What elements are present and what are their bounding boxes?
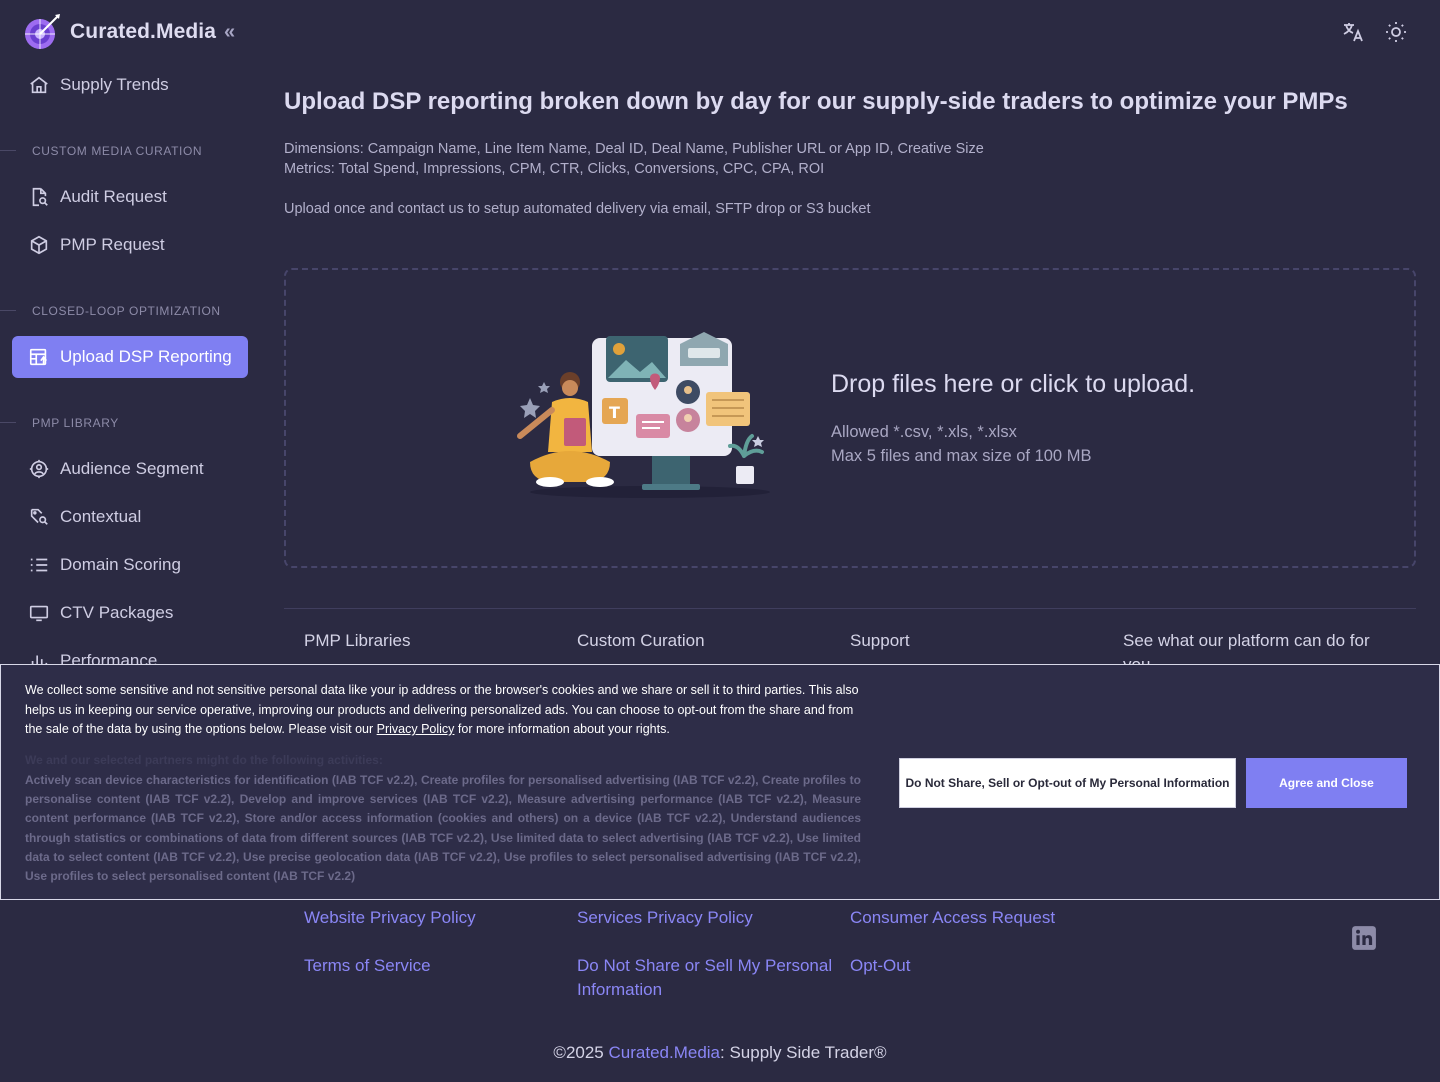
opt-out-link[interactable]: Opt-Out — [850, 954, 910, 978]
sidebar-item-label: Contextual — [60, 507, 142, 526]
sidebar-item-label: Supply Trends — [60, 75, 169, 94]
section-divider — [0, 310, 16, 311]
sidebar-item-contextual[interactable]: Contextual — [12, 496, 248, 538]
cookie-consent-banner: We collect some sensitive and not sensit… — [0, 664, 1440, 900]
consent-purposes-list: Actively scan device characteristics for… — [25, 773, 861, 884]
dropzone-limits: Max 5 files and max size of 100 MB — [831, 447, 1092, 465]
consent-notice: We collect some sensitive and not sensit… — [25, 681, 865, 740]
website-privacy-link[interactable]: Website Privacy Policy — [304, 906, 476, 930]
dropzone-allowed-types: Allowed *.csv, *.xls, *.xlsx — [831, 423, 1017, 441]
metrics-text: Metrics: Total Spend, Impressions, CPM, … — [284, 161, 825, 177]
monitor-icon — [29, 605, 49, 622]
sidebar: Curated.Media « Supply Trends CUSTOM MED… — [0, 0, 260, 1082]
section-divider — [0, 422, 16, 423]
footer-heading-pmp-libraries: PMP Libraries — [304, 631, 411, 650]
footer-divider — [284, 608, 1416, 609]
consent-text-after: for more information about your rights. — [454, 722, 670, 736]
sidebar-item-audience-segment[interactable]: Audience Segment — [12, 448, 248, 490]
cube-icon — [30, 235, 48, 255]
sidebar-item-upload-dsp-reporting[interactable]: Upload DSP Reporting — [12, 336, 248, 378]
numbered-list-icon — [30, 558, 48, 572]
brand[interactable]: Curated.Media « — [22, 12, 235, 52]
sidebar-item-label: Audit Request — [60, 187, 167, 206]
sidebar-item-label: Domain Scoring — [60, 555, 181, 574]
sidebar-item-label: CTV Packages — [60, 603, 174, 622]
tag-search-icon — [30, 508, 48, 525]
translate-icon[interactable] — [1341, 20, 1365, 44]
copyright-prefix: ©2025 — [553, 1043, 609, 1062]
home-icon — [30, 76, 48, 94]
services-privacy-link[interactable]: Services Privacy Policy — [577, 906, 753, 930]
terms-link[interactable]: Terms of Service — [304, 954, 431, 978]
table-upload-icon — [29, 348, 47, 366]
svg-text:T: T — [609, 403, 620, 422]
section-label-custom-media-curation: CUSTOM MEDIA CURATION — [32, 144, 203, 158]
agree-and-close-button[interactable]: Agree and Close — [1246, 758, 1407, 808]
sidebar-item-supply-trends[interactable]: Supply Trends — [12, 64, 248, 106]
sidebar-item-label: PMP Request — [60, 235, 165, 254]
section-divider — [0, 150, 16, 151]
sidebar-item-ctv-packages[interactable]: CTV Packages — [12, 592, 248, 634]
sidebar-item-label: Upload DSP Reporting — [60, 347, 232, 366]
footer-heading-custom-curation: Custom Curation — [577, 631, 705, 650]
opt-out-button[interactable]: Do Not Share, Sell or Opt-out of My Pers… — [899, 758, 1236, 808]
target-user-icon — [29, 459, 49, 479]
collapse-sidebar-icon[interactable]: « — [224, 21, 235, 44]
sidebar-item-pmp-request[interactable]: PMP Request — [12, 224, 248, 266]
upload-illustration: T — [517, 332, 770, 498]
do-not-share-link[interactable]: Do Not Share or Sell My Personal Informa… — [577, 954, 847, 1002]
consent-purposes-heading: We and our selected partners might do th… — [25, 753, 383, 767]
linkedin-icon[interactable] — [1351, 925, 1377, 951]
copyright: ©2025 Curated.Media: Supply Side Trader® — [0, 1043, 1440, 1063]
privacy-policy-link[interactable]: Privacy Policy — [377, 722, 455, 736]
copyright-suffix: : Supply Side Trader® — [720, 1043, 887, 1062]
sidebar-item-domain-scoring[interactable]: Domain Scoring — [12, 544, 248, 586]
brand-name: Curated.Media — [70, 20, 216, 43]
dimensions-text: Dimensions: Campaign Name, Line Item Nam… — [284, 141, 984, 157]
copyright-brand-link[interactable]: Curated.Media — [609, 1043, 721, 1062]
brand-logo-icon — [25, 14, 60, 49]
file-dropzone[interactable]: T Drop files here or click to upload. Al… — [284, 268, 1416, 568]
consumer-access-link[interactable]: Consumer Access Request — [850, 906, 1055, 930]
upload-note: Upload once and contact us to setup auto… — [284, 201, 871, 217]
sidebar-item-audit-request[interactable]: Audit Request — [12, 176, 248, 218]
section-label-pmp-library: PMP LIBRARY — [32, 416, 119, 430]
sun-icon[interactable] — [1384, 20, 1408, 44]
dropzone-title: Drop files here or click to upload. — [831, 370, 1196, 398]
sidebar-item-label: Audience Segment — [60, 459, 204, 478]
document-search-icon — [32, 187, 48, 207]
page-title: Upload DSP reporting broken down by day … — [284, 88, 1348, 115]
footer-heading-support: Support — [850, 631, 910, 650]
section-label-closed-loop-optimization: CLOSED-LOOP OPTIMIZATION — [32, 304, 221, 318]
